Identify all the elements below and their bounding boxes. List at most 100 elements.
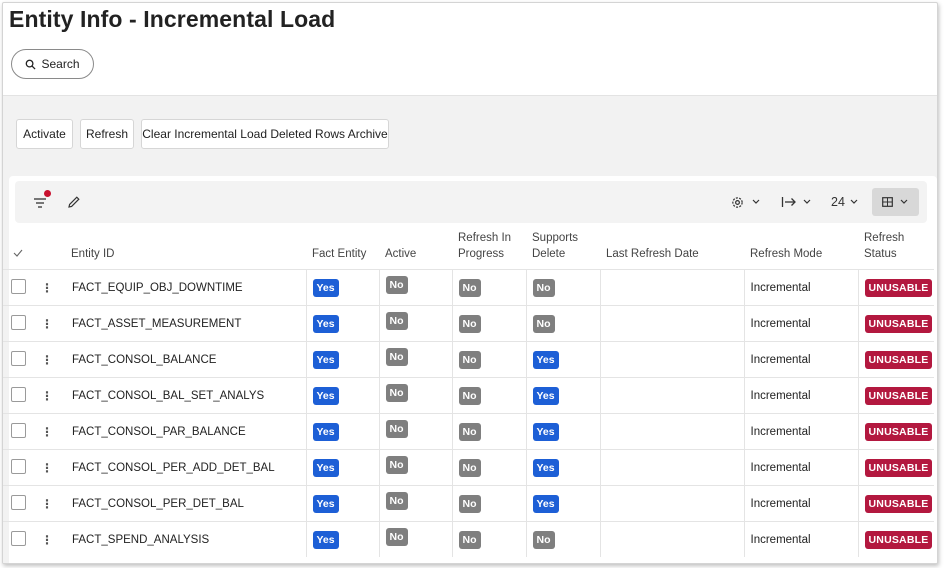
checkmark-icon bbox=[13, 249, 23, 257]
refresh-mode: Incremental bbox=[750, 389, 811, 402]
entity-id: FACT_CONSOL_PAR_BALANCE bbox=[72, 425, 246, 438]
row-checkbox[interactable] bbox=[11, 530, 26, 546]
pencil-icon bbox=[68, 196, 80, 208]
export-menu[interactable] bbox=[781, 192, 815, 212]
refresh-mode: Incremental bbox=[750, 317, 811, 330]
column-header-active[interactable]: Active bbox=[379, 225, 452, 270]
refresh-mode: Incremental bbox=[750, 425, 811, 438]
row-checkbox[interactable] bbox=[11, 350, 26, 366]
entity-table: Entity ID Fact Entity Active Refresh In P… bbox=[3, 225, 934, 557]
refresh-status-badge: UNUSABLE bbox=[864, 386, 933, 405]
row-menu-icon[interactable]: ⋮ bbox=[41, 389, 53, 403]
refresh-mode: Incremental bbox=[750, 461, 811, 474]
grid-icon bbox=[882, 197, 893, 207]
row-menu-icon[interactable]: ⋮ bbox=[41, 461, 53, 475]
row-checkbox[interactable] bbox=[11, 494, 26, 510]
table-toolbar: 24 bbox=[15, 181, 927, 223]
page-size-value: 24 bbox=[831, 195, 845, 209]
row-menu-icon[interactable]: ⋮ bbox=[41, 425, 53, 439]
filter-icon bbox=[34, 198, 46, 208]
fact-entity-badge: Yes bbox=[312, 458, 339, 477]
active-badge: No bbox=[385, 527, 408, 546]
app-window: Entity Info - Incremental Load Search Ac… bbox=[2, 2, 938, 564]
refresh-in-progress-badge: No bbox=[458, 278, 481, 297]
active-badge: No bbox=[385, 347, 408, 366]
refresh-status-badge: UNUSABLE bbox=[864, 422, 933, 441]
table-header-row: Entity ID Fact Entity Active Refresh In P… bbox=[3, 225, 934, 270]
table-row[interactable]: ⋮ FACT_EQUIP_OBJ_DOWNTIME Yes No No No Increme… bbox=[3, 269, 934, 306]
column-header-refresh-mode[interactable]: Refresh Mode bbox=[744, 225, 858, 270]
search-button-label: Search bbox=[41, 57, 80, 71]
clear-archive-button[interactable]: Clear Incremental Load Deleted Rows Arch… bbox=[141, 119, 389, 149]
select-all-header[interactable] bbox=[3, 225, 35, 270]
active-badge: No bbox=[385, 311, 408, 330]
refresh-in-progress-badge: No bbox=[458, 422, 481, 441]
supports-delete-badge: Yes bbox=[532, 386, 559, 405]
refresh-in-progress-badge: No bbox=[458, 458, 481, 477]
export-arrow-icon bbox=[781, 197, 796, 207]
row-menu-icon[interactable]: ⋮ bbox=[41, 317, 53, 331]
fact-entity-badge: Yes bbox=[312, 350, 339, 369]
column-header-refresh-in-progress[interactable]: Refresh In Progress bbox=[452, 225, 526, 270]
active-badge: No bbox=[385, 383, 408, 402]
refresh-status-badge: UNUSABLE bbox=[864, 278, 933, 297]
table-row[interactable]: ⋮ FACT_CONSOL_PAR_BALANCE Yes No No Yes Increm… bbox=[3, 413, 934, 450]
chevron-down-icon bbox=[850, 199, 858, 204]
view-mode-button[interactable] bbox=[872, 188, 919, 216]
supports-delete-badge: Yes bbox=[532, 494, 559, 513]
supports-delete-badge: No bbox=[532, 530, 555, 549]
refresh-button[interactable]: Refresh bbox=[80, 119, 134, 149]
row-menu-icon[interactable]: ⋮ bbox=[41, 497, 53, 511]
table-row[interactable]: ⋮ FACT_CONSOL_PER_DET_BAL Yes No No Yes Increm… bbox=[3, 485, 934, 522]
supports-delete-badge: No bbox=[532, 314, 555, 333]
activate-button[interactable]: Activate bbox=[16, 119, 73, 149]
column-header-last-refresh-date[interactable]: Last Refresh Date bbox=[600, 225, 744, 270]
refresh-mode: Incremental bbox=[750, 353, 811, 366]
fact-entity-badge: Yes bbox=[312, 422, 339, 441]
fact-entity-badge: Yes bbox=[312, 278, 339, 297]
settings-menu[interactable] bbox=[731, 192, 764, 212]
entity-id: FACT_CONSOL_BAL_SET_ANALYS bbox=[72, 389, 265, 402]
entity-id: FACT_ASSET_MEASUREMENT bbox=[72, 317, 242, 330]
refresh-in-progress-badge: No bbox=[458, 350, 481, 369]
page-size-select[interactable]: 24 bbox=[831, 192, 862, 212]
row-menu-icon[interactable]: ⋮ bbox=[41, 281, 53, 295]
chevron-down-icon bbox=[803, 199, 811, 204]
table-row[interactable]: ⋮ FACT_CONSOL_PER_ADD_DET_BAL Yes No No Yes In… bbox=[3, 449, 934, 486]
actions-header bbox=[35, 225, 65, 270]
refresh-status-badge: UNUSABLE bbox=[864, 350, 933, 369]
supports-delete-badge: Yes bbox=[532, 458, 559, 477]
column-header-fact-entity[interactable]: Fact Entity bbox=[306, 225, 379, 270]
entity-id: FACT_CONSOL_BALANCE bbox=[72, 353, 217, 366]
search-button[interactable]: Search bbox=[11, 49, 94, 79]
refresh-in-progress-badge: No bbox=[458, 314, 481, 333]
row-menu-icon[interactable]: ⋮ bbox=[41, 353, 53, 367]
refresh-mode: Incremental bbox=[750, 281, 811, 294]
row-checkbox[interactable] bbox=[11, 458, 26, 474]
page-title: Entity Info - Incremental Load bbox=[9, 6, 336, 32]
row-menu-icon[interactable]: ⋮ bbox=[41, 533, 53, 547]
table-row[interactable]: ⋮ FACT_ASSET_MEASUREMENT Yes No No No Incremen… bbox=[3, 305, 934, 342]
row-checkbox[interactable] bbox=[11, 314, 26, 330]
active-badge: No bbox=[385, 275, 408, 294]
chevron-down-icon bbox=[900, 199, 908, 204]
table-row[interactable]: ⋮ FACT_CONSOL_BAL_SET_ANALYS Yes No No Yes Inc… bbox=[3, 377, 934, 414]
gear-icon bbox=[732, 196, 743, 208]
refresh-status-badge: UNUSABLE bbox=[864, 530, 933, 549]
chevron-down-icon bbox=[752, 199, 760, 204]
column-header-supports-delete[interactable]: Supports Delete bbox=[526, 225, 600, 270]
supports-delete-badge: Yes bbox=[532, 350, 559, 369]
column-header-entity-id[interactable]: Entity ID bbox=[65, 225, 306, 270]
refresh-mode: Incremental bbox=[750, 497, 811, 510]
row-checkbox[interactable] bbox=[11, 386, 26, 402]
table-row[interactable]: ⋮ FACT_SPEND_ANALYSIS Yes No No No Incremental… bbox=[3, 521, 934, 557]
column-header-refresh-status[interactable]: Refresh Status bbox=[858, 225, 934, 270]
refresh-in-progress-badge: No bbox=[458, 494, 481, 513]
row-checkbox[interactable] bbox=[11, 422, 26, 438]
row-checkbox[interactable] bbox=[11, 278, 26, 294]
search-icon bbox=[26, 59, 37, 70]
fact-entity-badge: Yes bbox=[312, 530, 339, 549]
edit-button[interactable] bbox=[67, 192, 81, 212]
table-row[interactable]: ⋮ FACT_CONSOL_BALANCE Yes No No Yes Incrementa… bbox=[3, 341, 934, 378]
refresh-status-badge: UNUSABLE bbox=[864, 314, 933, 333]
